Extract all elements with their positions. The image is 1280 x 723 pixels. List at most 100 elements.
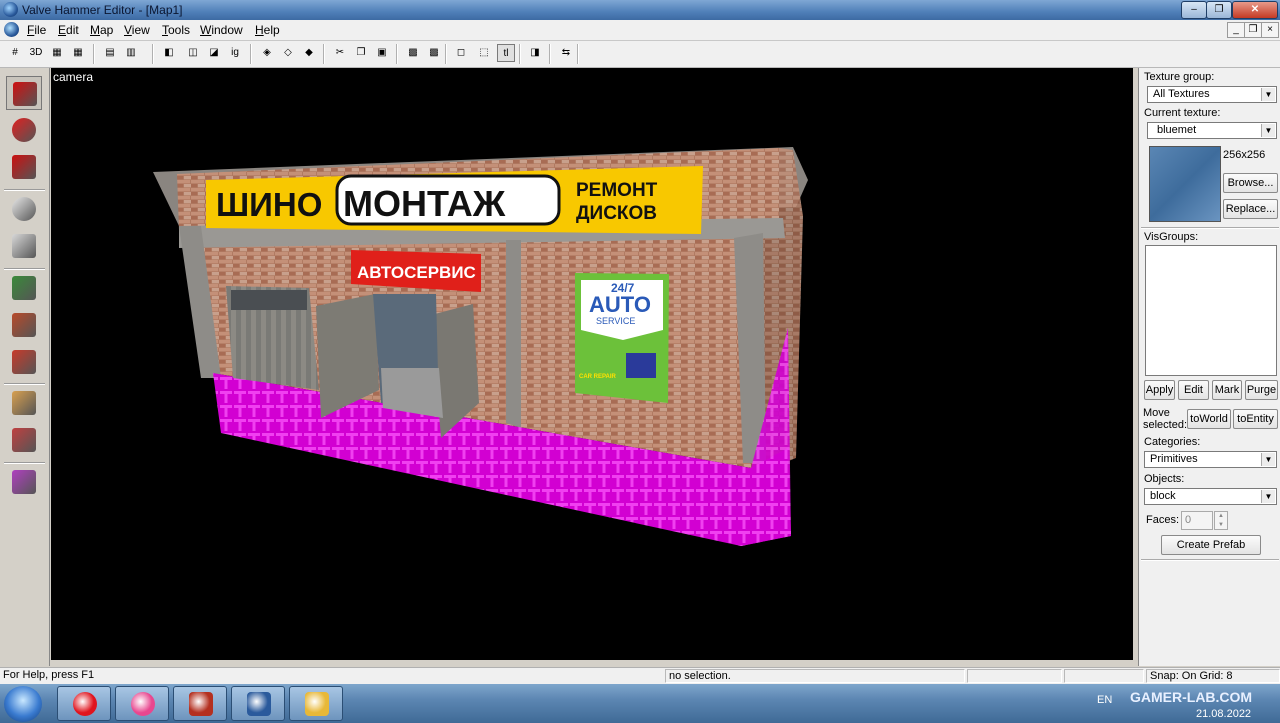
toggle-select-icon[interactable]: tl: [497, 44, 515, 62]
run-map-icon[interactable]: ◨: [526, 44, 544, 62]
document-icon[interactable]: [4, 22, 19, 37]
menu-help[interactable]: Help: [255, 23, 280, 37]
sign-text-remont: РЕМОНТ: [576, 180, 658, 201]
taskbar-button-app-red[interactable]: [173, 686, 227, 721]
smaller-grid-icon[interactable]: ▦: [48, 44, 66, 62]
grid-icon[interactable]: #: [6, 44, 24, 62]
system-date: 21.08.2022: [1196, 708, 1252, 720]
decal-tool-button[interactable]: [6, 345, 42, 379]
menu-bar: File Edit Map View Tools Window Help _ ❐…: [0, 20, 1280, 41]
texture-application-button[interactable]: [6, 271, 42, 305]
language-indicator[interactable]: EN: [1097, 694, 1112, 706]
hide-selected-icon[interactable]: ◈: [258, 44, 276, 62]
toolbar-separator: [549, 44, 551, 64]
taskbar-button-file-explorer[interactable]: [289, 686, 343, 721]
edit-button[interactable]: Edit: [1178, 380, 1209, 400]
ungroup-icon[interactable]: ◪: [205, 44, 223, 62]
menu-edit[interactable]: Edit: [58, 23, 79, 37]
objects-select[interactable]: block ▼: [1144, 488, 1277, 505]
chevron-down-icon[interactable]: ▼: [1261, 490, 1275, 503]
mdi-minimize-button[interactable]: _: [1227, 22, 1245, 38]
status-bar: For Help, press F1 no selection. Snap: O…: [0, 667, 1280, 685]
mark-button[interactable]: Mark: [1212, 380, 1242, 400]
clipping-tool-button[interactable]: [6, 386, 42, 420]
chevron-down-icon[interactable]: ▼: [1261, 88, 1275, 101]
select-by-handles-icon[interactable]: ⬚: [475, 44, 493, 62]
chevron-down-icon[interactable]: ▼: [1261, 453, 1275, 466]
palette-separator: [4, 462, 45, 464]
current-texture-select[interactable]: bluemet ▼: [1147, 122, 1277, 139]
entity-report-icon[interactable]: ⇆: [557, 44, 575, 62]
texture-lock-icon[interactable]: ▩: [404, 44, 422, 62]
toolbar-separator: [152, 44, 154, 64]
texture-size: 256x256: [1223, 149, 1266, 161]
cut-icon[interactable]: ✂: [331, 44, 349, 62]
watermark: GAMER-LAB.COM: [1130, 689, 1253, 705]
group-icon[interactable]: ◫: [184, 44, 202, 62]
maximize-button[interactable]: ❐: [1206, 1, 1232, 19]
objects-label: Objects:: [1144, 473, 1185, 485]
browse-button[interactable]: Browse...: [1223, 173, 1278, 193]
show-all-icon[interactable]: ◆: [300, 44, 318, 62]
panel-divider: [1141, 227, 1279, 229]
to-world-button[interactable]: toWorld: [1187, 409, 1231, 429]
paste-icon[interactable]: ▣: [373, 44, 391, 62]
path-tool-button[interactable]: [6, 465, 42, 499]
taskbar-button-hammer-editor[interactable]: [231, 686, 285, 721]
close-button[interactable]: ✕: [1232, 1, 1278, 19]
carve-icon[interactable]: ◧: [160, 44, 178, 62]
vertex-manipulation-icon: [12, 428, 36, 452]
menu-view[interactable]: View: [124, 23, 150, 37]
categories-select[interactable]: Primitives ▼: [1144, 451, 1277, 468]
mdi-close-button[interactable]: ×: [1261, 22, 1279, 38]
hide-unselected-icon[interactable]: ◇: [279, 44, 297, 62]
larger-grid-icon[interactable]: ▦: [69, 44, 87, 62]
to-entity-button[interactable]: toEntity: [1233, 409, 1278, 429]
camera-viewport[interactable]: ШИНО МОНТАЖ РЕМОНТ ДИСКОВ АВТОСЕРВИС 24/…: [51, 68, 1133, 660]
sign-text-shino: ШИНО: [216, 186, 322, 223]
spin-down-icon[interactable]: ▼: [1218, 522, 1224, 528]
minimize-button[interactable]: –: [1181, 1, 1207, 19]
status-pane-coords: [967, 669, 1062, 683]
replace-button[interactable]: Replace...: [1223, 199, 1278, 219]
save-window-state-icon[interactable]: ▥: [122, 44, 140, 62]
purge-button[interactable]: Purge: [1245, 380, 1278, 400]
ignore-grouping-icon[interactable]: ig: [226, 44, 244, 62]
menu-tools[interactable]: Tools: [162, 23, 190, 37]
menu-window[interactable]: Window: [200, 23, 243, 37]
spin-up-icon[interactable]: ▲: [1218, 513, 1224, 519]
visgroups-list[interactable]: [1145, 245, 1277, 376]
chevron-down-icon[interactable]: ▼: [1261, 124, 1275, 137]
apply-current-texture-button[interactable]: [6, 308, 42, 342]
sign-text-montazh: МОНТАЖ: [343, 183, 506, 224]
selection-box-icon[interactable]: ◻: [452, 44, 470, 62]
texture-group-select[interactable]: All Textures ▼: [1147, 86, 1277, 103]
toolbar-separator: [323, 44, 325, 64]
block-tool-button[interactable]: [6, 229, 42, 263]
menu-file[interactable]: File: [27, 23, 46, 37]
decal-tool-icon: [12, 350, 36, 374]
create-prefab-button[interactable]: Create Prefab: [1161, 535, 1261, 555]
load-window-state-icon[interactable]: ▤: [101, 44, 119, 62]
opera-gx-icon: [131, 692, 155, 716]
copy-icon[interactable]: ❐: [352, 44, 370, 62]
apply-button[interactable]: Apply: [1144, 380, 1175, 400]
taskbar-button-opera-gx[interactable]: [115, 686, 169, 721]
texture-scale-lock-icon[interactable]: ▩: [425, 44, 443, 62]
faces-spinner[interactable]: ▲ ▼: [1214, 511, 1228, 530]
mdi-restore-button[interactable]: ❐: [1244, 22, 1262, 38]
vertex-manipulation-button[interactable]: [6, 423, 42, 457]
current-texture-label: Current texture:: [1144, 107, 1221, 119]
selection-tool-button[interactable]: [6, 76, 42, 110]
start-button[interactable]: [4, 686, 42, 722]
title-bar[interactable]: Valve Hammer Editor - [Map1] – ❐ ✕: [0, 0, 1280, 20]
hammer-editor-icon: [247, 692, 271, 716]
entity-tool-button[interactable]: [6, 192, 42, 226]
selection-tool-icon: [13, 82, 37, 106]
faces-input[interactable]: 0: [1181, 511, 1213, 530]
camera-tool-button[interactable]: [6, 150, 42, 184]
taskbar-button-opera-browser[interactable]: [57, 686, 111, 721]
3d-grid-icon[interactable]: 3D: [27, 44, 45, 62]
magnify-tool-button[interactable]: [6, 113, 42, 147]
menu-map[interactable]: Map: [90, 23, 113, 37]
